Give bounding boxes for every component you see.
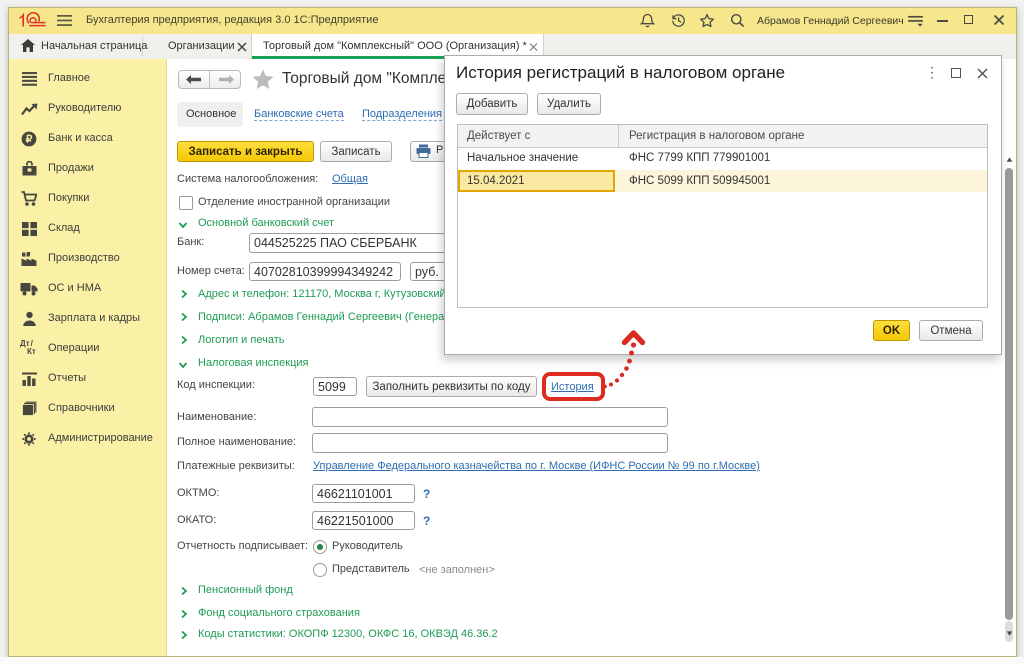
svg-text:₽: ₽ <box>26 134 33 146</box>
